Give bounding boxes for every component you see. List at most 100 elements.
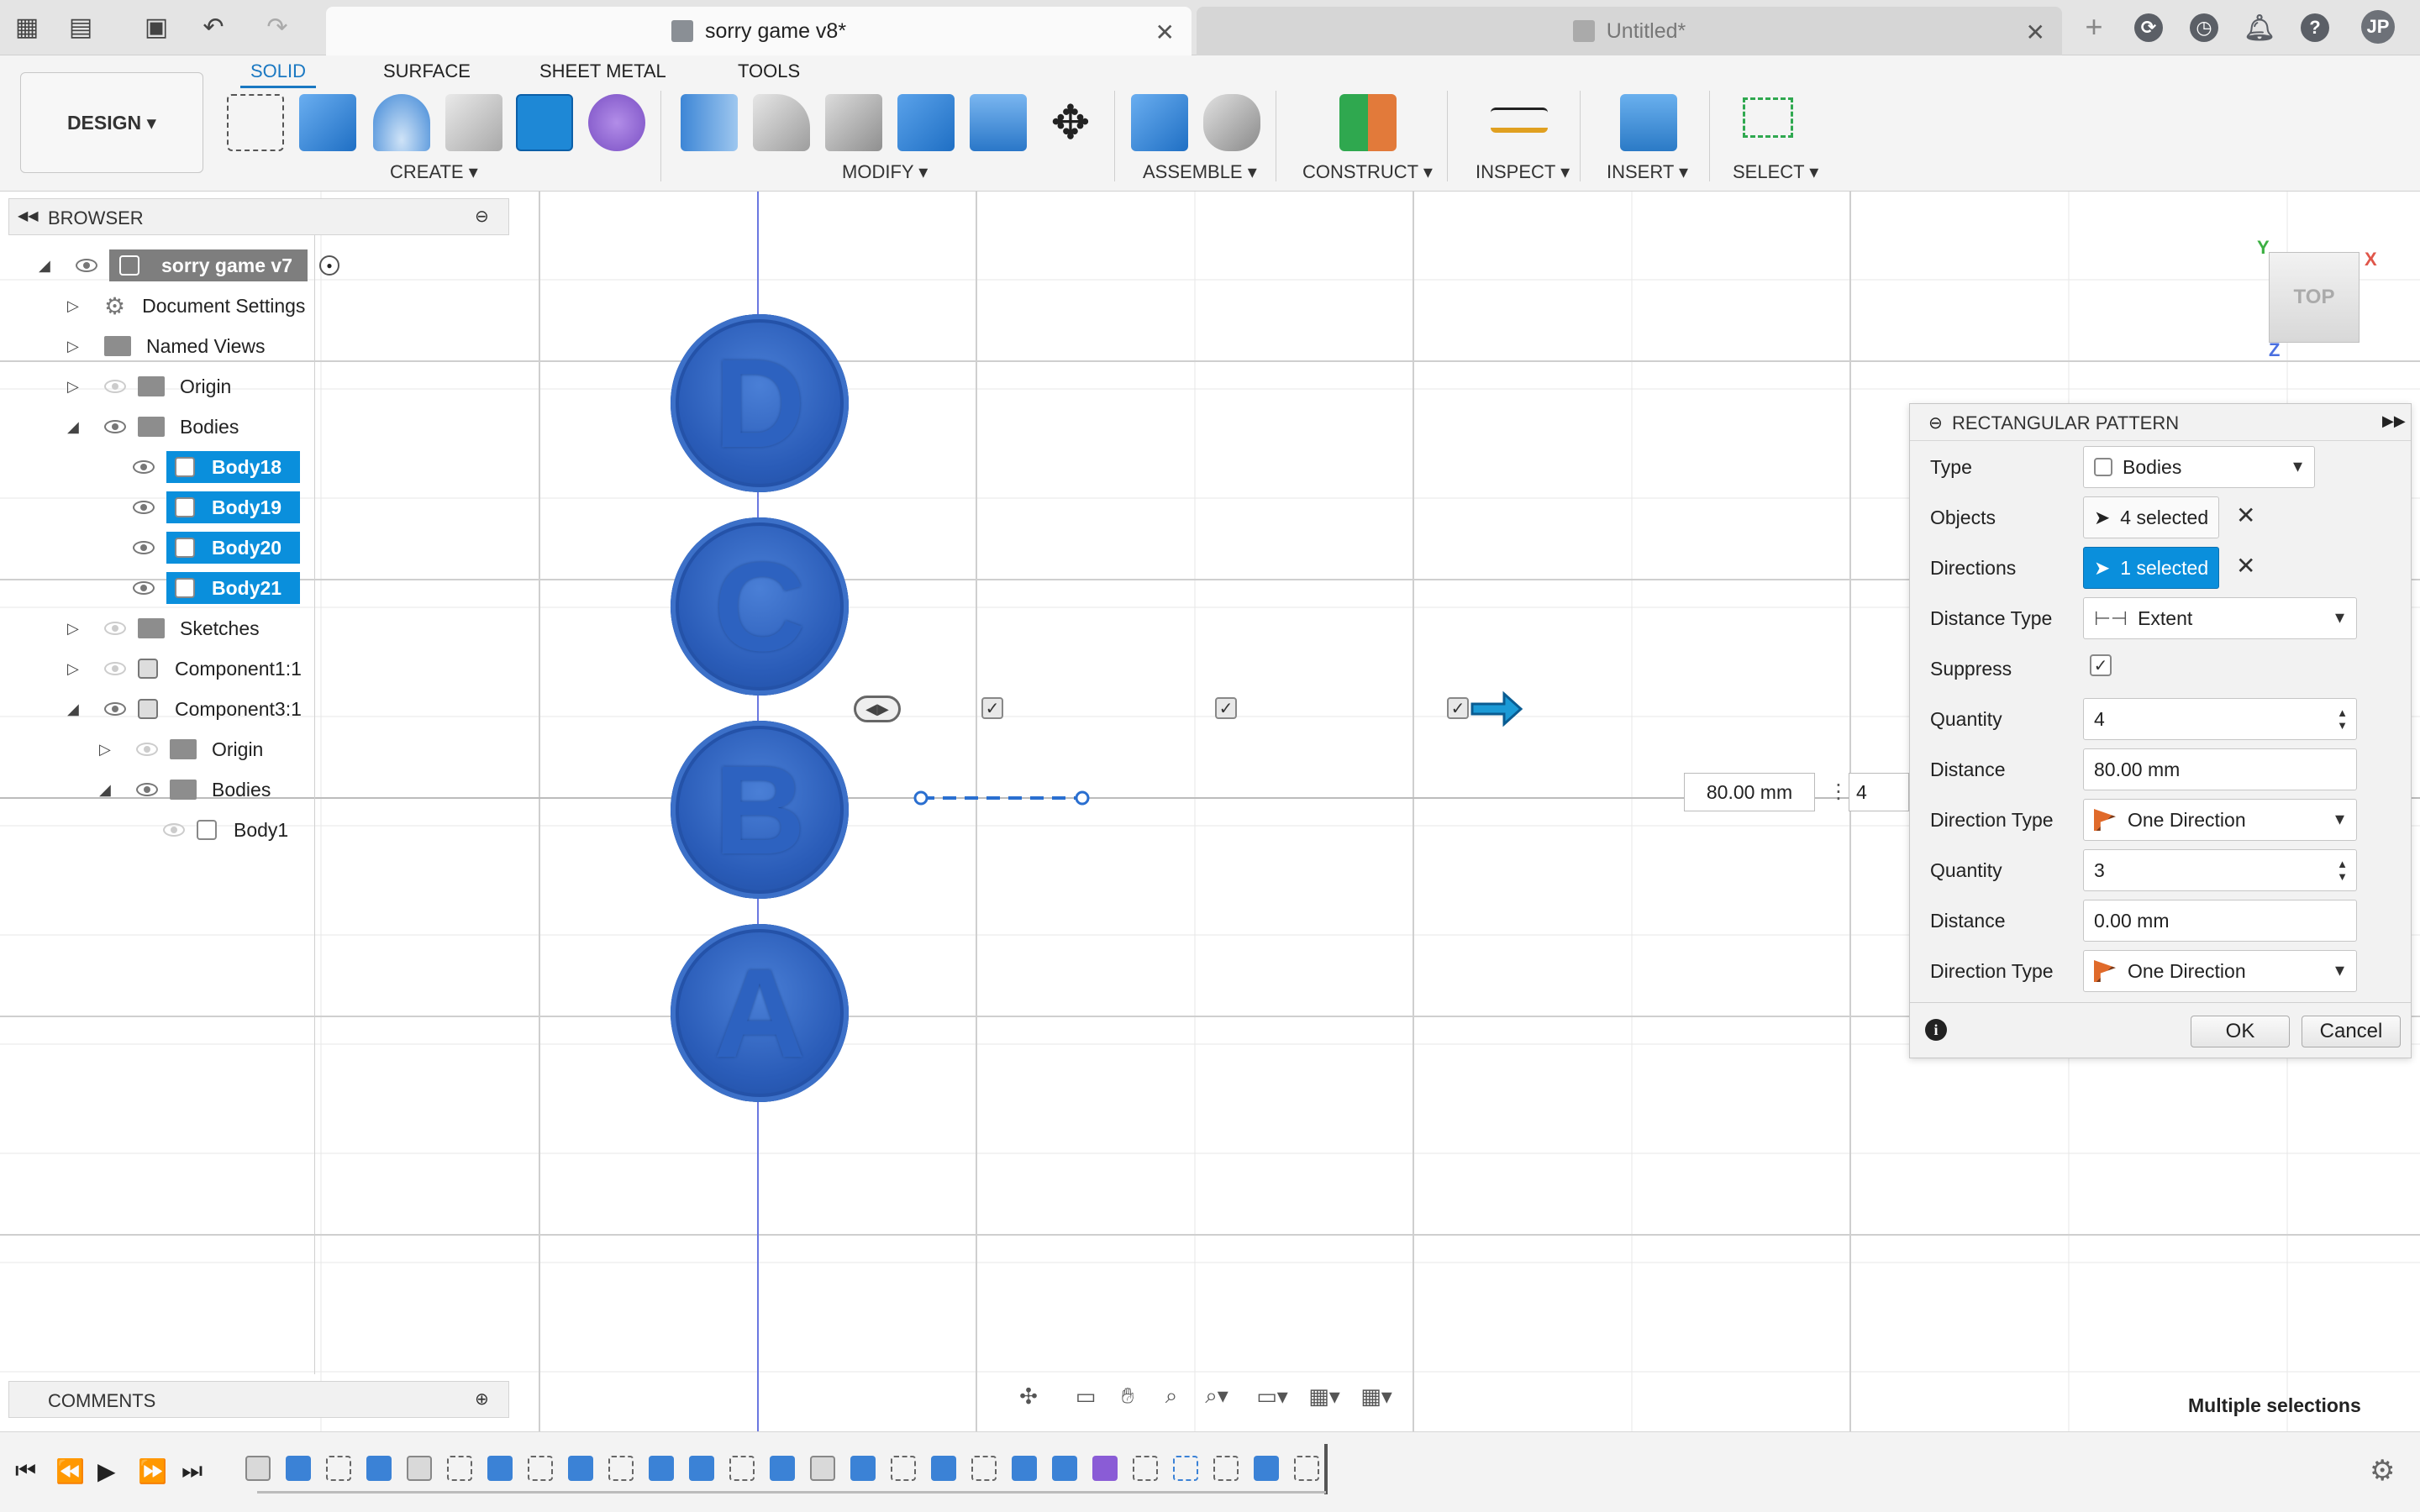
timeline-feature[interactable] [850, 1456, 876, 1481]
view-cube[interactable]: TOP [2269, 252, 2360, 343]
zoom-icon[interactable]: ⌕ [1155, 1381, 1188, 1411]
pattern-instance-checkbox[interactable]: ✓ [1447, 697, 1469, 719]
step-forward-icon[interactable]: ⏩ [138, 1457, 167, 1485]
timeline-feature[interactable] [326, 1456, 351, 1481]
timeline-feature[interactable] [689, 1456, 714, 1481]
close-tab-icon[interactable]: ✕ [1155, 18, 1175, 46]
visibility-eye-icon[interactable] [133, 460, 155, 474]
offset-plane-icon[interactable] [1339, 94, 1397, 151]
info-icon[interactable]: i [1925, 1019, 1947, 1041]
redo-icon[interactable]: ↷ [262, 12, 292, 42]
extrude-icon[interactable] [299, 94, 356, 151]
timeline-feature[interactable] [407, 1456, 432, 1481]
timeline-feature[interactable] [286, 1456, 311, 1481]
quantity-inline-input[interactable]: 4 [1849, 773, 1909, 811]
clear-objects-icon[interactable]: ✕ [2236, 501, 2255, 529]
timeline-feature[interactable] [931, 1456, 956, 1481]
tree-item-origin[interactable]: ▷ Origin [67, 368, 231, 405]
fit-icon[interactable]: ⌕▾ [1200, 1381, 1234, 1411]
tree-item-component1[interactable]: ▷ Component1:1 [67, 650, 302, 687]
coin-body-b[interactable]: B [671, 721, 849, 899]
timeline-feature[interactable] [649, 1456, 674, 1481]
directions-selection[interactable]: ➤ 1 selected [2083, 547, 2219, 589]
joint-icon[interactable] [1203, 94, 1260, 151]
rectangular-pattern-icon[interactable] [516, 94, 573, 151]
coin-body-c[interactable]: C [671, 517, 849, 696]
job-status-icon[interactable]: ◷ [2190, 13, 2218, 42]
ok-button[interactable]: OK [2191, 1016, 2290, 1047]
timeline-feature[interactable] [366, 1456, 392, 1481]
create-menu[interactable]: CREATE ▾ [390, 161, 478, 183]
insert-image-icon[interactable] [1620, 94, 1677, 151]
tree-item-bodies[interactable]: ◢ Bodies [67, 408, 239, 445]
quantity-input-2[interactable]: 3 ▲ ▼ [2083, 849, 2357, 891]
visibility-eye-icon[interactable] [133, 541, 155, 554]
go-to-start-icon[interactable]: ⏮ [15, 1457, 36, 1485]
timeline-feature[interactable] [1173, 1456, 1198, 1481]
pan-icon[interactable]: ✋︎ [1111, 1381, 1144, 1411]
visibility-eye-icon[interactable] [133, 501, 155, 514]
tree-item-document-settings[interactable]: ▷ ⚙ Document Settings [67, 287, 305, 324]
split-body-icon[interactable] [970, 94, 1027, 151]
hole-icon[interactable] [445, 94, 502, 151]
insert-menu[interactable]: INSERT ▾ [1607, 161, 1688, 183]
tree-item-body1[interactable]: Body1 [163, 811, 288, 848]
grid-settings-icon[interactable]: ▦▾ [1307, 1381, 1341, 1411]
measure-icon[interactable] [1491, 108, 1548, 133]
timeline-feature[interactable] [891, 1456, 916, 1481]
timeline-feature[interactable] [608, 1456, 634, 1481]
go-to-end-icon[interactable]: ⏭ [182, 1457, 203, 1485]
timeline-feature[interactable] [568, 1456, 593, 1481]
play-icon[interactable]: ▶ [97, 1457, 116, 1485]
tab-inactive-document[interactable]: Untitled* ✕ [1197, 7, 2062, 55]
tree-item-component3-bodies[interactable]: ◢ Bodies [99, 771, 271, 808]
help-icon[interactable]: ? [2301, 13, 2329, 42]
timeline-feature[interactable] [447, 1456, 472, 1481]
visibility-eye-icon[interactable] [104, 662, 126, 675]
timeline-marker[interactable] [1324, 1444, 1328, 1494]
viewports-icon[interactable]: ▦▾ [1360, 1381, 1393, 1411]
timeline-feature[interactable] [1294, 1456, 1319, 1481]
timeline-feature[interactable] [1012, 1456, 1037, 1481]
tree-item-component3-origin[interactable]: ▷ Origin [99, 731, 263, 768]
coin-body-a[interactable]: A [671, 924, 849, 1102]
tab-sheet-metal[interactable]: SHEET METAL [539, 60, 666, 82]
clear-directions-icon[interactable]: ✕ [2236, 552, 2255, 580]
inspect-menu[interactable]: INSPECT ▾ [1476, 161, 1570, 183]
timeline-feature[interactable] [1213, 1456, 1239, 1481]
timeline-feature[interactable] [770, 1456, 795, 1481]
coin-body-d[interactable]: D [671, 314, 849, 492]
more-options-icon[interactable]: ⋮ [1828, 780, 1849, 804]
visibility-eye-icon[interactable] [104, 622, 126, 635]
timeline-feature[interactable] [487, 1456, 513, 1481]
timeline-feature[interactable] [1052, 1456, 1077, 1481]
expand-dialog-icon[interactable]: ▶▶ [2382, 412, 2406, 430]
combine-icon[interactable] [897, 94, 955, 151]
visibility-eye-icon[interactable] [104, 380, 126, 393]
tree-item-body19[interactable]: Body19 [133, 489, 301, 526]
move-icon[interactable]: ✥ [1042, 94, 1099, 151]
visibility-eye-icon[interactable] [104, 702, 126, 716]
distance-input-1[interactable]: 80.00 mm [2083, 748, 2357, 790]
type-dropdown[interactable]: Bodies [2083, 446, 2315, 488]
close-tab-icon[interactable]: ✕ [2026, 18, 2045, 46]
user-avatar[interactable]: JP [2361, 10, 2395, 44]
distance-input-2[interactable]: 0.00 mm [2083, 900, 2357, 942]
tab-surface[interactable]: SURFACE [383, 60, 471, 82]
visibility-eye-icon[interactable] [136, 743, 158, 756]
timeline-feature[interactable] [1133, 1456, 1158, 1481]
press-pull-icon[interactable] [681, 94, 738, 151]
direction-flip-handle[interactable]: ◀▶ [854, 696, 901, 722]
select-window-icon[interactable] [1743, 97, 1793, 138]
file-icon[interactable]: ▤ [66, 12, 96, 42]
visibility-eye-icon[interactable] [133, 581, 155, 595]
tab-active-document[interactable]: sorry game v8* ✕ [326, 7, 1192, 55]
pattern-instance-checkbox[interactable]: ✓ [981, 697, 1003, 719]
visibility-eye-icon[interactable] [136, 783, 158, 796]
revolve-icon[interactable] [373, 94, 430, 151]
quantity-input-1[interactable]: 4 ▲ ▼ [2083, 698, 2357, 740]
timeline-feature[interactable] [971, 1456, 997, 1481]
tree-item-component3[interactable]: ◢ Component3:1 [67, 690, 302, 727]
timeline-feature[interactable] [1254, 1456, 1279, 1481]
construct-menu[interactable]: CONSTRUCT ▾ [1302, 161, 1433, 183]
